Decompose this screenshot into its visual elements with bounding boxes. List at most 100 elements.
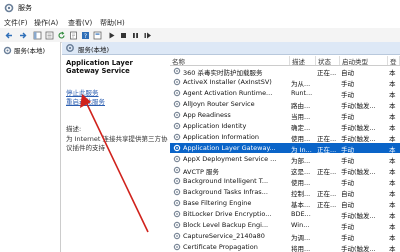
service-row[interactable]: Background Tasks Infras... 控制... 正在... 自动 本 bbox=[170, 187, 400, 197]
service-name: CaptureService_2140a80 bbox=[183, 232, 265, 240]
gear-icon bbox=[173, 221, 181, 229]
selected-service-name: Application Layer Gateway Service bbox=[66, 59, 133, 75]
service-row[interactable]: 360 杀毒实时防护加载服务 正在... 自动 本 bbox=[170, 66, 400, 76]
service-name: App Readiness bbox=[183, 111, 231, 119]
gear-icon bbox=[173, 100, 181, 108]
service-row[interactable]: Application Information 使用... 正在... 手动(触发..… bbox=[170, 132, 400, 142]
column-description-header[interactable]: 描述 bbox=[290, 56, 316, 66]
services-app-icon bbox=[4, 3, 14, 13]
back-icon[interactable] bbox=[4, 30, 14, 40]
column-logon-header[interactable]: 登 bbox=[388, 56, 400, 66]
service-detail-pane: Application Layer Gateway Service 停止此服务 … bbox=[62, 55, 170, 252]
service-description: 为部... bbox=[291, 157, 311, 164]
service-logon: 本 bbox=[389, 91, 396, 98]
service-row[interactable]: AppX Deployment Service ... 为部... 手动 本 bbox=[170, 154, 400, 164]
service-status bbox=[317, 100, 339, 109]
menu-file[interactable]: 文件(F) bbox=[4, 18, 28, 28]
service-logon: 本 bbox=[389, 157, 396, 164]
title-bar: 服务 bbox=[0, 0, 400, 17]
service-description: 将用... bbox=[291, 245, 311, 252]
export-list-icon[interactable] bbox=[68, 30, 78, 40]
properties-icon[interactable] bbox=[92, 30, 102, 40]
service-logon: 本 bbox=[389, 135, 396, 142]
service-name: 360 杀毒实时防护加载服务 bbox=[183, 69, 263, 76]
window-title: 服务 bbox=[18, 4, 32, 12]
service-status bbox=[317, 78, 339, 87]
start-service-icon[interactable] bbox=[106, 30, 116, 40]
service-row[interactable]: App Readiness 当用... 手动 本 bbox=[170, 110, 400, 120]
service-name: Certificate Propagation bbox=[183, 243, 258, 251]
service-status bbox=[317, 177, 339, 186]
tree-node-services-local[interactable]: 服务(本地) bbox=[3, 45, 45, 55]
service-startup-type: 手动 bbox=[341, 179, 354, 186]
console-tree-icon[interactable] bbox=[32, 30, 42, 40]
gear-icon bbox=[173, 144, 181, 152]
service-status bbox=[317, 122, 339, 131]
service-description: 确定... bbox=[291, 124, 311, 131]
service-description: 路由... bbox=[291, 102, 311, 109]
service-status bbox=[317, 221, 339, 230]
service-row[interactable]: CaptureService_2140a80 为调... 手动 本 bbox=[170, 231, 400, 241]
service-row[interactable]: AllJoyn Router Service 路由... 手动(触发... 本 bbox=[170, 99, 400, 109]
service-description: Runt... bbox=[291, 89, 313, 97]
gear-icon bbox=[173, 243, 181, 251]
service-row[interactable]: BitLocker Drive Encryptio... BDE... 手动(触发.… bbox=[170, 209, 400, 219]
service-logon: 本 bbox=[389, 212, 396, 219]
service-startup-type: 手动 bbox=[341, 91, 354, 98]
service-logon: 本 bbox=[389, 245, 396, 252]
service-logon: 本 bbox=[389, 102, 396, 109]
list-header: 名称 描述 状态 启动类型 登 bbox=[170, 55, 400, 66]
forward-icon[interactable] bbox=[17, 30, 27, 40]
gear-icon bbox=[173, 210, 181, 218]
service-name: Background Tasks Infras... bbox=[183, 188, 268, 196]
menu-view[interactable]: 查看(V) bbox=[68, 18, 92, 28]
service-row[interactable]: Block Level Backup Engi... Win... 手动 本 bbox=[170, 220, 400, 230]
column-startup-header[interactable]: 启动类型 bbox=[340, 56, 388, 66]
service-startup-type: 手动 bbox=[341, 234, 354, 241]
service-row[interactable]: Background Intelligent T... 使用... 手动 本 bbox=[170, 176, 400, 186]
refresh-icon[interactable] bbox=[56, 30, 66, 40]
service-logon: 本 bbox=[389, 201, 396, 208]
service-row[interactable]: Application Layer Gateway... 为 In... 正在...… bbox=[170, 143, 400, 153]
service-logon: 本 bbox=[389, 80, 396, 87]
service-description: 为 In... bbox=[291, 146, 312, 153]
service-name: AllJoyn Router Service bbox=[183, 100, 255, 108]
service-status bbox=[317, 210, 339, 219]
list-icon[interactable] bbox=[44, 30, 54, 40]
services-header: 服务(本地) bbox=[62, 42, 400, 55]
service-name: Application Identity bbox=[183, 122, 247, 130]
tree-node-label: 服务(本地) bbox=[14, 47, 46, 55]
menu-action[interactable]: 操作(A) bbox=[34, 18, 58, 28]
service-row[interactable]: ActiveX Installer (AxInstSV) 为从... 手动 本 bbox=[170, 77, 400, 87]
description-label: 描述: bbox=[66, 125, 82, 133]
column-name-header[interactable]: 名称 bbox=[170, 56, 290, 66]
service-startup-type: 手动(触发... bbox=[341, 124, 376, 131]
restart-service-icon[interactable] bbox=[142, 30, 152, 40]
service-logon: 本 bbox=[389, 69, 396, 76]
description-text: 为 Internet 连接共享提供第三方协议插件的支持 bbox=[66, 135, 168, 152]
column-status-header[interactable]: 状态 bbox=[316, 56, 340, 66]
service-startup-type: 手动(触发... bbox=[341, 135, 376, 142]
help-icon[interactable]: ? bbox=[80, 30, 90, 40]
pause-service-icon[interactable] bbox=[130, 30, 140, 40]
service-row[interactable]: AVCTP 服务 这是... 正在... 手动(触发... 本 bbox=[170, 165, 400, 175]
menu-help[interactable]: 帮助(H) bbox=[100, 18, 125, 28]
service-row[interactable]: Agent Activation Runtime... Runt... 手动 本 bbox=[170, 88, 400, 98]
restart-service-link[interactable]: 重启动此服务 bbox=[66, 96, 105, 106]
service-startup-type: 手动 bbox=[341, 223, 354, 230]
stop-service-icon[interactable] bbox=[118, 30, 128, 40]
service-status: 正在... bbox=[317, 135, 337, 142]
service-row[interactable]: Certificate Propagation 将用... 手动(触发... 本 bbox=[170, 242, 400, 252]
service-startup-type: 自动 bbox=[341, 69, 354, 76]
service-description: 当用... bbox=[291, 113, 311, 120]
service-description: 使用... bbox=[291, 179, 311, 186]
service-row[interactable]: Application Identity 确定... 手动(触发... 本 bbox=[170, 121, 400, 131]
service-logon: 本 bbox=[389, 223, 396, 230]
service-status bbox=[317, 243, 339, 252]
toolbar: ? bbox=[0, 28, 400, 43]
service-startup-type: 手动(触发... bbox=[341, 212, 376, 219]
service-status bbox=[317, 232, 339, 241]
service-status bbox=[317, 89, 339, 98]
service-startup-type: 手动(触发... bbox=[341, 168, 376, 175]
service-row[interactable]: Base Filtering Engine 基本... 正在... 自动 本 bbox=[170, 198, 400, 208]
